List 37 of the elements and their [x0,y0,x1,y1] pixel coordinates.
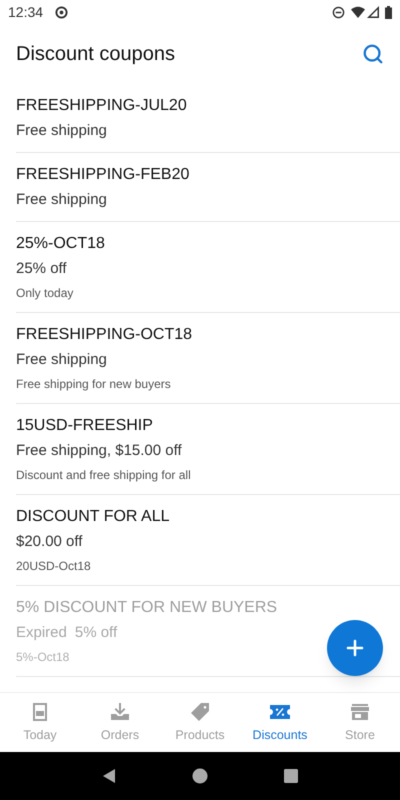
nav-tab[interactable]: Discounts [240,693,320,752]
coupon-code: FREESHIPPING-OCT18 [16,325,192,345]
coupon-summary: 25% off [16,259,67,279]
wifi-icon [351,6,365,18]
signal-icon [367,6,379,18]
coupon-code: FREESHIPPING-JUL20 [16,96,187,116]
coupon-summary: 5% off [74,623,118,643]
coupon-item[interactable]: FREESHIPPING-JUL20 Free shipping [16,84,400,153]
coupon-code: 15USD-FREESHIP [16,416,153,436]
coupon-code: 5% DISCOUNT FOR NEW BUYERS [16,598,278,618]
coupon-summary: $20.00 off [16,532,82,552]
coupon-item[interactable]: FREESHIPPING-FEB20 Free shipping [16,153,400,222]
coupon-summary: Free shipping [16,190,107,210]
battery-icon [385,6,392,18]
coupon-summary: Free shipping [16,350,107,370]
home-icon[interactable] [192,768,208,784]
coupon-note: Only today [16,285,74,302]
coupon-item[interactable]: FREESHIPPING-OCT18 Free shipping Free shipping for new buyers [16,313,400,404]
back-icon[interactable] [101,768,118,784]
coupon-note: 5%-Oct18 [16,649,70,666]
coupon-item[interactable]: 15USD-FREESHIP Free shipping, $15.00 off Discount and free shipping for all [16,404,400,495]
recents-icon[interactable] [282,768,299,784]
page-title: Discount coupons [16,42,176,67]
coupon-item[interactable]: DISCOUNT FOR ALL $20.00 off 20USD-Oct18 [16,495,400,586]
coupon-note: Free shipping for new buyers [16,376,171,393]
status-time: 12:34 [8,2,44,22]
coupon-code: DISCOUNT FOR ALL [16,507,170,527]
coupon-item[interactable]: 25%-OCT18 25% off Only today [16,222,400,313]
coupon-note: 20USD-Oct18 [16,558,91,575]
coupon-summary: Free shipping [16,121,107,141]
search-icon [362,43,384,65]
coupon-note: Discount and free shipping for all [16,467,191,484]
coupon-code: FREESHIPPING-FEB20 [16,165,190,185]
expired-label: Expired [16,623,67,643]
coupon-code: 25%-OCT18 [16,234,105,254]
coupon-summary: Free shipping, $15.00 off [16,441,182,461]
do-not-disturb-icon [332,6,345,18]
